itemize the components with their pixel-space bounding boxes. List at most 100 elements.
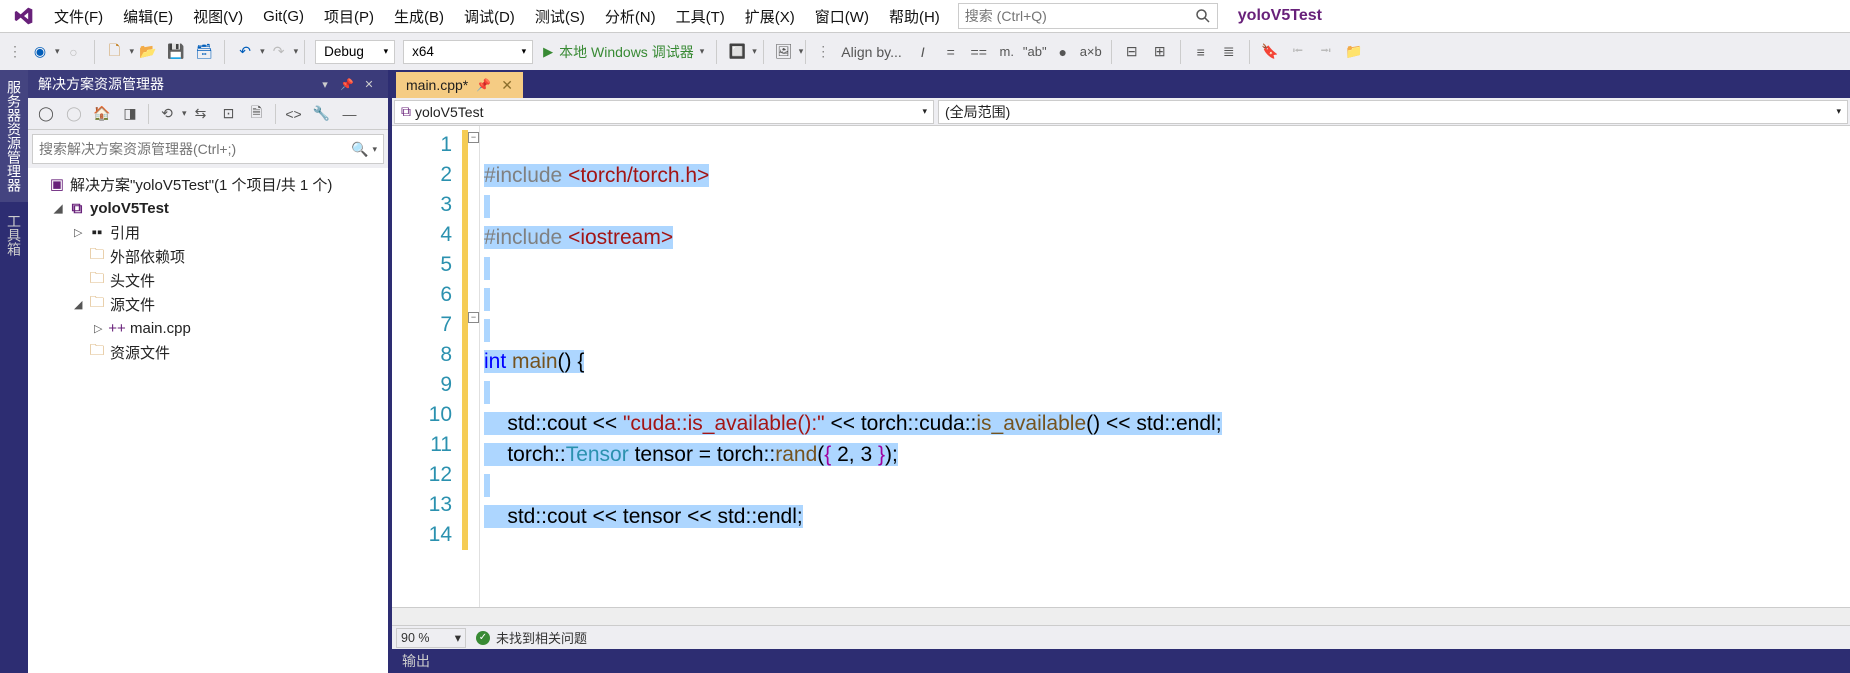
refresh-button[interactable]: ⇆ (189, 102, 213, 126)
menu-analyze[interactable]: 分析(N) (595, 2, 666, 31)
start-debug-button[interactable]: ▶本地 Windows 调试器▾ (543, 42, 704, 62)
close-icon[interactable]: ✕ (360, 75, 378, 93)
zoom-combo[interactable]: 90 %▾ (396, 628, 466, 648)
undo-button[interactable]: ↶ (234, 41, 256, 63)
menu-build[interactable]: 生成(B) (384, 2, 454, 31)
panel-title-bar: 解决方案资源管理器 ▾ 📌 ✕ (28, 70, 388, 98)
forward-button[interactable]: ◯ (62, 102, 86, 126)
menu-test[interactable]: 测试(S) (525, 2, 595, 31)
fold-icon[interactable]: − (468, 132, 479, 143)
format-button2[interactable]: ⊞ (1149, 41, 1171, 63)
header-files-node[interactable]: 🗀头文件 (28, 268, 388, 292)
properties-button[interactable]: 🔧 (310, 102, 334, 126)
menu-project[interactable]: 项目(P) (314, 2, 384, 31)
horizontal-scrollbar[interactable] (392, 607, 1850, 625)
file-tab-main-cpp[interactable]: main.cpp* 📌 ✕ (396, 72, 523, 98)
document-tab-well: main.cpp* 📌 ✕ (392, 70, 1850, 98)
issues-label: 未找到相关问题 (496, 628, 587, 647)
indent-button[interactable]: ≡ (1190, 41, 1212, 63)
tab-server-explorer[interactable]: 服务器资源管理器 (0, 70, 28, 202)
main-toolbar: ⋮ ◉▾ ○ 🗋▾ 📂 💾 🗃 ↶▾ ↷▾ Debug▾ x64▾ ▶本地 Wi… (0, 32, 1850, 70)
config-combo[interactable]: Debug▾ (315, 40, 395, 64)
references-node[interactable]: ▷▪▪引用 (28, 220, 388, 244)
show-all-button[interactable]: 🗎 (245, 102, 269, 126)
resource-files-node[interactable]: 🗀资源文件 (28, 340, 388, 364)
double-eq-button[interactable]: == (968, 41, 990, 63)
project-scope-combo[interactable]: ⧉yoloV5Test▾ (394, 100, 934, 124)
m-button[interactable]: m. (996, 41, 1018, 63)
menu-file[interactable]: 文件(F) (44, 2, 113, 31)
external-deps-node[interactable]: 🗀外部依赖项 (28, 244, 388, 268)
solution-toolbar: ◯ ◯ 🏠 ◨ ⟲▾ ⇆ ⊡ 🗎 <> 🔧 — (28, 98, 388, 130)
code-editor[interactable]: 1234567891011121314 − − #include <torch/… (392, 126, 1850, 607)
outdent-button[interactable]: ≣ (1218, 41, 1240, 63)
process-button[interactable]: 🔲 (726, 41, 748, 63)
circle-button[interactable]: ● (1052, 41, 1074, 63)
navigation-bar: ⧉yoloV5Test▾ (全局范围)▾ (392, 98, 1850, 126)
more-button[interactable]: — (338, 102, 362, 126)
folder-bookmark-button[interactable]: 📁 (1343, 41, 1365, 63)
panel-menu-icon[interactable]: ▾ (316, 75, 334, 93)
platform-combo[interactable]: x64▾ (403, 40, 533, 64)
axb-button[interactable]: a×b (1080, 41, 1102, 63)
nav-back-button[interactable]: ◉ (29, 41, 51, 63)
menu-tools[interactable]: 工具(T) (666, 2, 735, 31)
tab-label: main.cpp* (406, 77, 468, 93)
project-node[interactable]: ◢⧉yoloV5Test (28, 196, 388, 220)
bookmark-button[interactable]: 🔖 (1259, 41, 1281, 63)
pin-tab-icon[interactable]: 📌 (476, 78, 491, 92)
equals-button[interactable]: = (940, 41, 962, 63)
panel-title: 解决方案资源管理器 (38, 74, 164, 94)
tab-toolbox[interactable]: 工具箱 (0, 204, 28, 266)
pin-icon[interactable]: 📌 (338, 75, 356, 93)
format-button1[interactable]: ⊟ (1121, 41, 1143, 63)
code-scope-combo[interactable]: (全局范围)▾ (938, 100, 1848, 124)
main-cpp-node[interactable]: ▷++main.cpp (28, 316, 388, 340)
menu-edit[interactable]: 编辑(E) (113, 2, 183, 31)
collapse-button[interactable]: ⊡ (217, 102, 241, 126)
menu-git[interactable]: Git(G) (253, 4, 314, 29)
solution-tree: ▣解决方案"yoloV5Test"(1 个项目/共 1 个) ◢⧉yoloV5T… (28, 168, 388, 673)
editor-area: main.cpp* 📌 ✕ ⧉yoloV5Test▾ (全局范围)▾ 12345… (392, 70, 1850, 673)
solution-name-label: yoloV5Test (1238, 7, 1322, 25)
vs-logo-icon (12, 4, 36, 28)
fold-icon[interactable]: − (468, 312, 479, 323)
marker-margin: − − (462, 126, 480, 607)
new-project-button[interactable]: 🗋 (104, 41, 126, 63)
source-files-node[interactable]: ◢🗀源文件 (28, 292, 388, 316)
menu-debug[interactable]: 调试(D) (454, 2, 525, 31)
save-all-button[interactable]: 🗃 (193, 41, 215, 63)
abquote-button[interactable]: "ab" (1024, 41, 1046, 63)
sync-button[interactable]: ⟲ (155, 102, 179, 126)
back-button[interactable]: ◯ (34, 102, 58, 126)
open-file-button[interactable]: 📂 (137, 41, 159, 63)
home-button[interactable]: 🏠 (90, 102, 114, 126)
solution-search-input[interactable] (39, 141, 351, 157)
side-tab-strip: 服务器资源管理器 工具箱 (0, 70, 28, 673)
italic-button[interactable]: I (912, 41, 934, 63)
search-icon (1195, 8, 1211, 24)
output-panel-header[interactable]: 输出 (392, 649, 1850, 673)
prev-bookmark-button[interactable]: ⭰ (1287, 41, 1309, 63)
switch-views-button[interactable]: ◨ (118, 102, 142, 126)
code-view-button[interactable]: <> (282, 102, 306, 126)
solution-explorer-panel: 解决方案资源管理器 ▾ 📌 ✕ ◯ ◯ 🏠 ◨ ⟲▾ ⇆ ⊡ 🗎 <> 🔧 — … (28, 70, 392, 673)
align-by-button[interactable]: Align by... (837, 41, 905, 63)
next-bookmark-button[interactable]: ⭲ (1315, 41, 1337, 63)
quick-search[interactable] (958, 3, 1218, 29)
menu-window[interactable]: 窗口(W) (805, 2, 879, 31)
menu-extensions[interactable]: 扩展(X) (735, 2, 805, 31)
workspace: 服务器资源管理器 工具箱 解决方案资源管理器 ▾ 📌 ✕ ◯ ◯ 🏠 ◨ ⟲▾ … (0, 70, 1850, 673)
menu-help[interactable]: 帮助(H) (879, 2, 950, 31)
search-input[interactable] (965, 8, 1195, 24)
solution-root[interactable]: ▣解决方案"yoloV5Test"(1 个项目/共 1 个) (28, 172, 388, 196)
nav-forward-button[interactable]: ○ (63, 41, 85, 63)
menu-view[interactable]: 视图(V) (183, 2, 253, 31)
save-button[interactable]: 💾 (165, 41, 187, 63)
solution-search[interactable]: 🔍▾ (32, 134, 384, 164)
code-content[interactable]: #include <torch/torch.h> #include <iostr… (480, 126, 1850, 607)
editor-status-bar: 90 %▾ ✓ 未找到相关问题 (392, 625, 1850, 649)
layout-button[interactable]: 🖼 (773, 41, 795, 63)
close-tab-icon[interactable]: ✕ (501, 77, 513, 94)
redo-button[interactable]: ↷ (268, 41, 290, 63)
